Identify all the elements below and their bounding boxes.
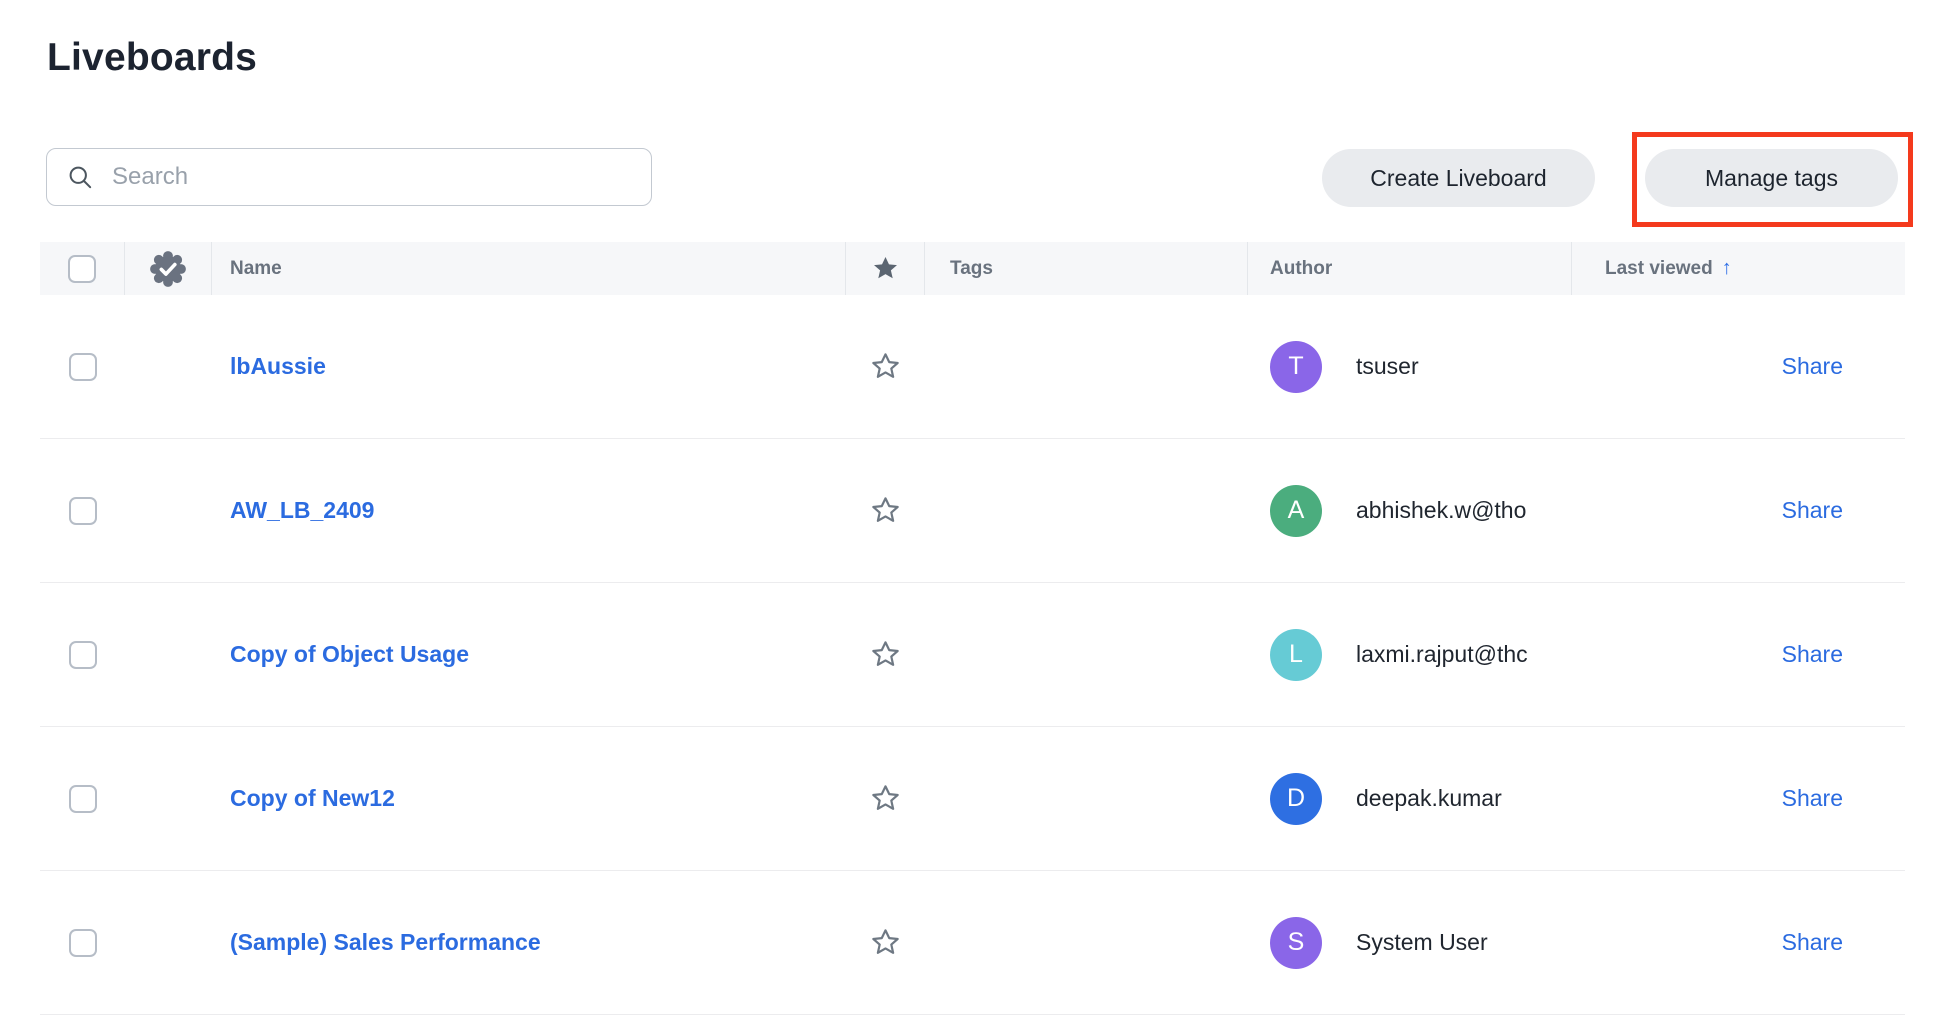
author-name: tsuser xyxy=(1356,353,1419,380)
search-icon xyxy=(67,164,94,191)
avatar: L xyxy=(1270,629,1322,681)
column-header-last-viewed[interactable]: Last viewed ↑ xyxy=(1572,242,1905,295)
row-star-icon[interactable] xyxy=(870,351,901,382)
row-checkbox[interactable] xyxy=(69,785,97,813)
manage-tags-button[interactable]: Manage tags xyxy=(1645,149,1898,207)
row-star-icon[interactable] xyxy=(870,495,901,526)
liveboard-name-link[interactable]: Copy of New12 xyxy=(230,785,395,812)
author-name: abhishek.w@tho xyxy=(1356,497,1526,524)
author-name: System User xyxy=(1356,929,1488,956)
row-checkbox[interactable] xyxy=(69,929,97,957)
search-box[interactable] xyxy=(46,148,652,206)
row-star-icon[interactable] xyxy=(870,783,901,814)
favorite-star-icon xyxy=(872,255,899,282)
table-row: Copy of New12 D deepak.kumar Share xyxy=(40,727,1905,871)
table-row: AW_LB_2409 A abhishek.w@tho Share xyxy=(40,439,1905,583)
share-link[interactable]: Share xyxy=(1782,929,1843,956)
table-row: Copy of Object Usage L laxmi.rajput@thc … xyxy=(40,583,1905,727)
column-header-favorite[interactable] xyxy=(846,242,925,295)
table-row: (Sample) Sales Performance S System User… xyxy=(40,871,1905,1015)
liveboard-name-link[interactable]: Copy of Object Usage xyxy=(230,641,469,668)
page-title: Liveboards xyxy=(47,36,257,80)
row-checkbox[interactable] xyxy=(69,353,97,381)
share-link[interactable]: Share xyxy=(1782,641,1843,668)
share-link[interactable]: Share xyxy=(1782,497,1843,524)
liveboards-table: Name Tags Author Last viewed ↑ xyxy=(40,242,1905,1015)
liveboards-page: Liveboards Create Liveboard Manage tags xyxy=(0,0,1945,1025)
table-header: Name Tags Author Last viewed ↑ xyxy=(40,242,1905,295)
create-liveboard-button[interactable]: Create Liveboard xyxy=(1322,149,1595,207)
share-link[interactable]: Share xyxy=(1782,353,1843,380)
avatar: T xyxy=(1270,341,1322,393)
verified-badge-icon xyxy=(149,250,187,288)
row-checkbox[interactable] xyxy=(69,497,97,525)
avatar: S xyxy=(1270,917,1322,969)
row-star-icon[interactable] xyxy=(870,639,901,670)
row-star-icon[interactable] xyxy=(870,927,901,958)
sort-arrow-icon: ↑ xyxy=(1722,257,1732,280)
select-all-checkbox[interactable] xyxy=(68,255,96,283)
avatar: D xyxy=(1270,773,1322,825)
liveboard-name-link[interactable]: (Sample) Sales Performance xyxy=(230,929,541,956)
column-header-name[interactable]: Name xyxy=(212,242,846,295)
avatar: A xyxy=(1270,485,1322,537)
author-name: deepak.kumar xyxy=(1356,785,1502,812)
liveboard-name-link[interactable]: AW_LB_2409 xyxy=(230,497,374,524)
table-row: lbAussie T tsuser Share xyxy=(40,295,1905,439)
column-header-tags[interactable]: Tags xyxy=(925,242,1248,295)
share-link[interactable]: Share xyxy=(1782,785,1843,812)
search-input[interactable] xyxy=(112,163,631,191)
row-checkbox[interactable] xyxy=(69,641,97,669)
liveboard-name-link[interactable]: lbAussie xyxy=(230,353,326,380)
column-header-author[interactable]: Author xyxy=(1248,242,1572,295)
author-name: laxmi.rajput@thc xyxy=(1356,641,1528,668)
